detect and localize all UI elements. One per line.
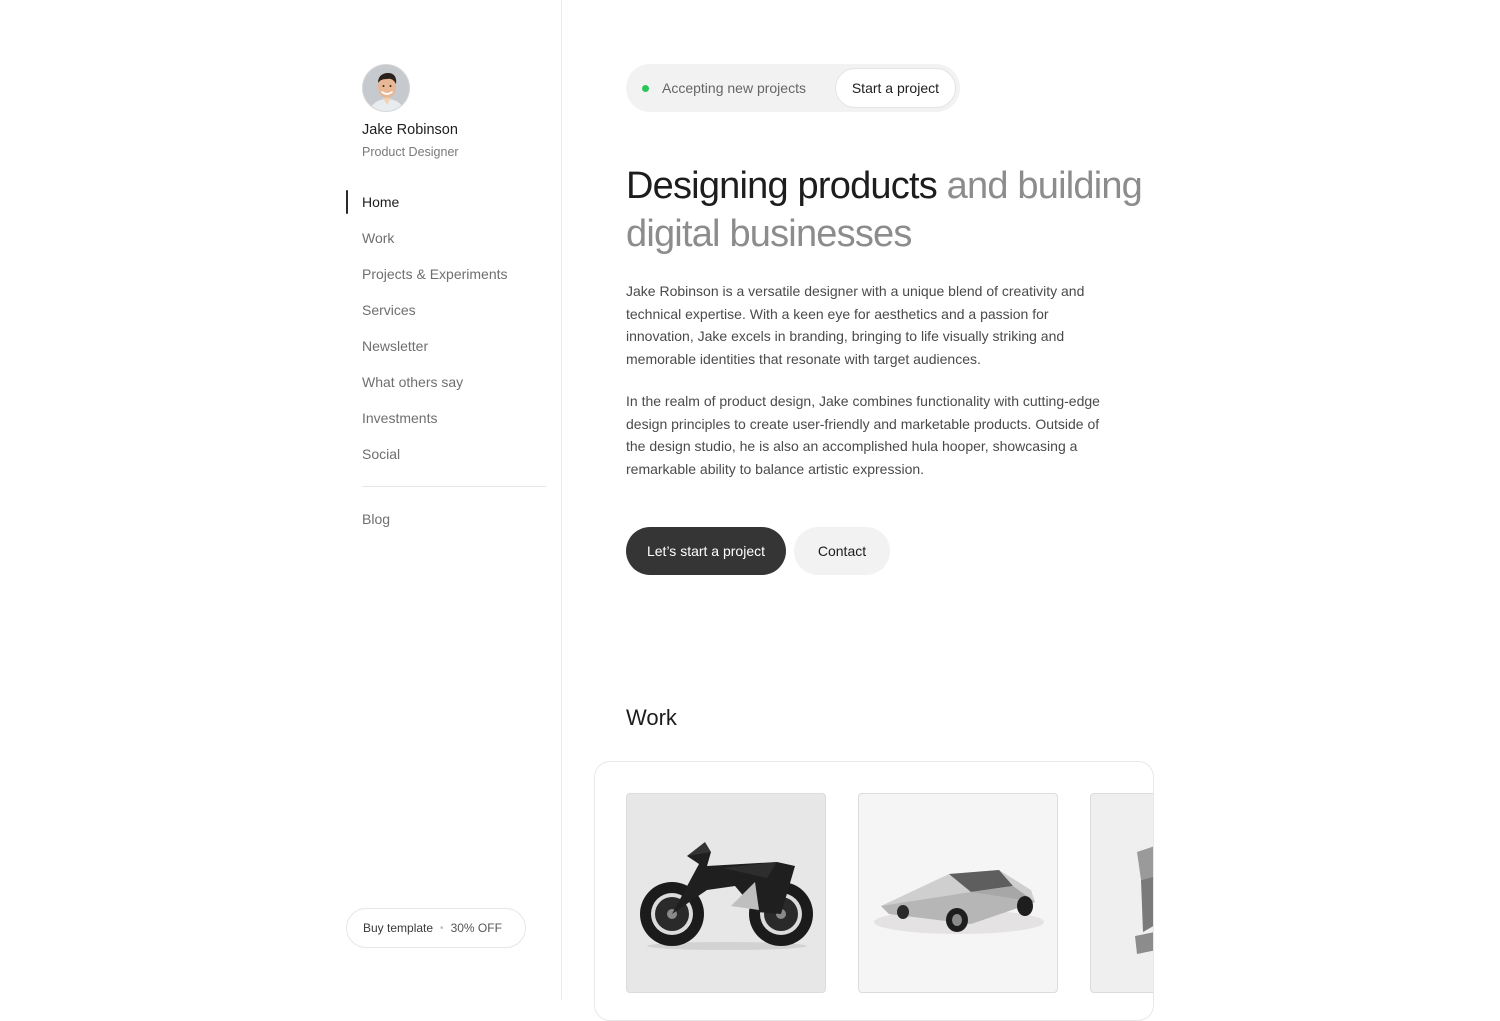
status-dot-icon: [642, 84, 649, 92]
sidebar-item-work[interactable]: Work: [362, 226, 546, 262]
sidebar-item-projects-experiments[interactable]: Projects & Experiments: [362, 262, 546, 298]
bio-paragraph-1: Jake Robinson is a versatile designer wi…: [626, 283, 1085, 367]
discount-badge: 30% OFF: [450, 921, 502, 935]
hero-title: Designing products and building digital …: [626, 162, 1146, 258]
buy-template-label: Buy template: [363, 921, 434, 935]
separator-dot-icon: •: [440, 922, 444, 934]
profile-role: Product Designer: [362, 145, 459, 159]
sidebar-item-what-others-say[interactable]: What others say: [362, 370, 546, 406]
wedge-car-render-icon: [874, 870, 1044, 934]
sidebar-nav: Home Work Projects & Experiments Service…: [346, 190, 546, 478]
sidebar-item-home[interactable]: Home: [346, 190, 546, 226]
avatar-portrait-icon: [363, 65, 409, 111]
sidebar-item-social[interactable]: Social: [362, 442, 546, 478]
work-card-metal-sculpture[interactable]: [1090, 793, 1153, 993]
sidebar-item-investments[interactable]: Investments: [362, 406, 546, 442]
buy-template-button[interactable]: Buy template • 30% OFF: [346, 908, 526, 948]
metal-sculpture-render-icon: [1135, 846, 1153, 954]
nav-divider: [362, 486, 546, 487]
availability-pill: Accepting new projects Start a project: [626, 64, 960, 112]
start-project-button[interactable]: Start a project: [834, 68, 956, 108]
hero-title-strong: Designing products: [626, 165, 938, 207]
sidebar: Jake Robinson Product Designer Home Work…: [0, 0, 562, 1000]
sidebar-item-blog[interactable]: Blog: [362, 507, 390, 531]
sidebar-item-newsletter[interactable]: Newsletter: [362, 334, 546, 370]
avatar[interactable]: [362, 64, 410, 112]
work-carousel[interactable]: [594, 761, 1154, 1021]
motorcycle-render-icon: [640, 842, 813, 950]
lets-start-project-button[interactable]: Let’s start a project: [626, 527, 786, 575]
work-card-motorcycle[interactable]: [626, 793, 826, 993]
availability-text: Accepting new projects: [662, 80, 806, 96]
sidebar-item-services[interactable]: Services: [362, 298, 546, 334]
bio-paragraph-2: In the realm of product design, Jake com…: [626, 393, 1100, 477]
work-card-wedge-car[interactable]: [858, 793, 1058, 993]
work-section-title: Work: [626, 705, 677, 730]
profile-name: Jake Robinson: [362, 122, 458, 138]
contact-button[interactable]: Contact: [794, 527, 890, 575]
